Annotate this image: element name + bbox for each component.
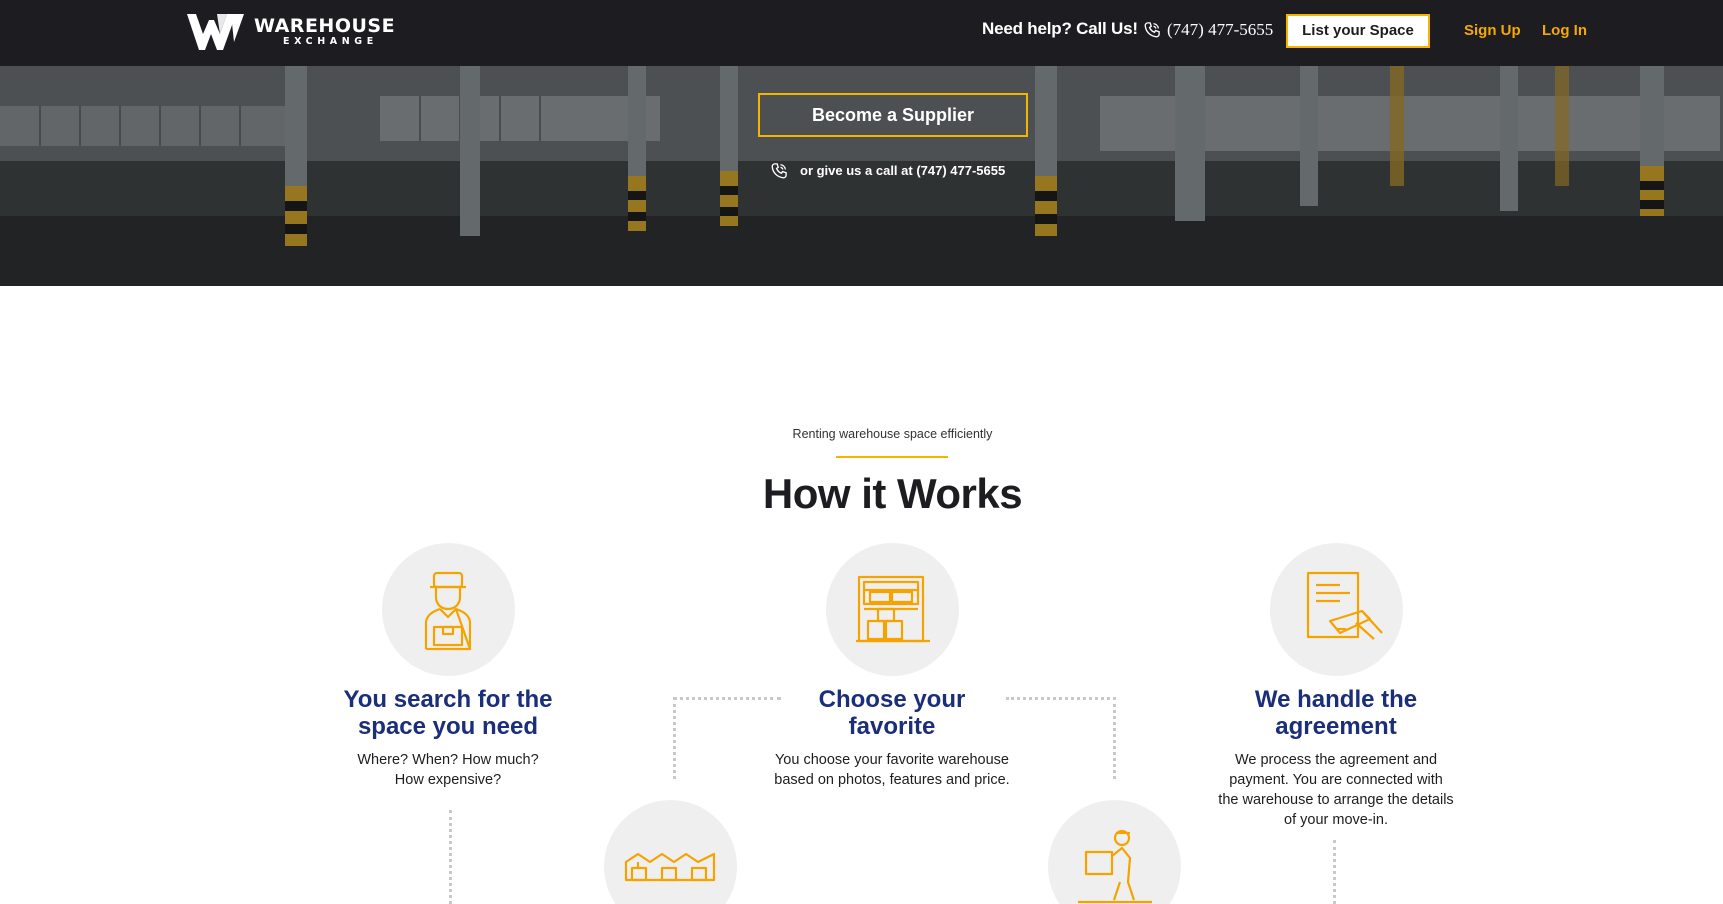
logo-wordmark: WAREHOUSE EXCHANGE — [254, 16, 395, 48]
connector-line — [1006, 697, 1116, 700]
help-text: Need help? Call Us! — [982, 19, 1138, 38]
connector-line — [1113, 697, 1116, 779]
step-3-title: We handle the agreement — [1206, 686, 1466, 740]
step-4-icon-circle — [604, 800, 737, 904]
step-2-title: Choose your favorite — [762, 686, 1022, 740]
delivery-person-icon — [424, 571, 472, 651]
step-3-icon-circle — [1270, 543, 1403, 676]
step-2-icon-circle — [826, 543, 959, 676]
step-2-title-line-1: Choose your — [818, 686, 966, 713]
sign-up-link[interactable]: Sign Up — [1464, 22, 1521, 39]
step-3-description: We process the agreement and payment. Yo… — [1196, 750, 1476, 830]
phone-icon — [771, 163, 787, 179]
step-1-text-line-1: Where? When? How much? — [357, 752, 539, 768]
step-2-description: You choose your favorite warehouse based… — [752, 750, 1032, 790]
step-3-text-line-1: We process the agreement and — [1234, 752, 1438, 768]
step-1-title: You search for the space you need — [318, 686, 578, 740]
logo-tagline: EXCHANGE — [283, 36, 378, 47]
logo-name: WAREHOUSE — [254, 15, 396, 37]
hero-banner: Become a Supplier or give us a call at (… — [0, 66, 1723, 286]
step-3-title-line-2: agreement — [1275, 713, 1397, 740]
connector-line — [673, 697, 676, 779]
step-5-icon-circle — [1048, 800, 1181, 904]
step-2-text-line-2: based on photos, features and price. — [774, 772, 1010, 788]
top-navigation-bar: WAREHOUSE EXCHANGE Need help? Call Us! (… — [0, 0, 1723, 66]
warehouse-row-icon — [624, 852, 716, 882]
step-1-text-line-2: How expensive? — [394, 772, 502, 788]
step-3-text-line-2: payment. You are connected with — [1229, 772, 1443, 788]
step-1-title-line-2: space you need — [357, 713, 539, 740]
warehouse-logo-icon — [187, 14, 244, 50]
section-title: How it Works — [762, 470, 1023, 517]
list-your-space-button[interactable]: List your Space — [1286, 14, 1430, 48]
connector-line — [673, 697, 781, 700]
log-in-link[interactable]: Log In — [1542, 22, 1587, 39]
step-3-title-line-1: We handle the — [1254, 686, 1418, 713]
connector-line — [449, 810, 452, 904]
step-2-title-line-2: favorite — [848, 713, 936, 740]
step-3-text-line-4: of your move-in. — [1284, 812, 1388, 828]
nav-phone-number[interactable]: (747) 477-5655 — [1167, 20, 1273, 40]
connector-line — [1333, 840, 1336, 904]
worker-carrying-box-icon — [1078, 829, 1152, 904]
step-1-description: Where? When? How much? How expensive? — [308, 750, 588, 790]
phone-icon — [1144, 22, 1160, 38]
step-1-title-line-1: You search for the — [343, 686, 553, 713]
step-2-text-line-1: You choose your favorite warehouse — [774, 752, 1010, 768]
hero-call-text: or give us a call at (747) 477-5655 — [800, 163, 1006, 178]
step-1-icon-circle — [382, 543, 515, 676]
become-supplier-button[interactable]: Become a Supplier — [758, 93, 1028, 137]
brand-logo[interactable]: WAREHOUSE EXCHANGE — [187, 12, 395, 52]
step-3-text-line-3: the warehouse to arrange the details — [1218, 792, 1454, 808]
warehouse-storage-icon — [856, 575, 930, 643]
signing-agreement-icon — [1306, 571, 1383, 640]
eyebrow-underline — [836, 456, 948, 458]
section-eyebrow: Renting warehouse space efficiently — [792, 427, 993, 441]
